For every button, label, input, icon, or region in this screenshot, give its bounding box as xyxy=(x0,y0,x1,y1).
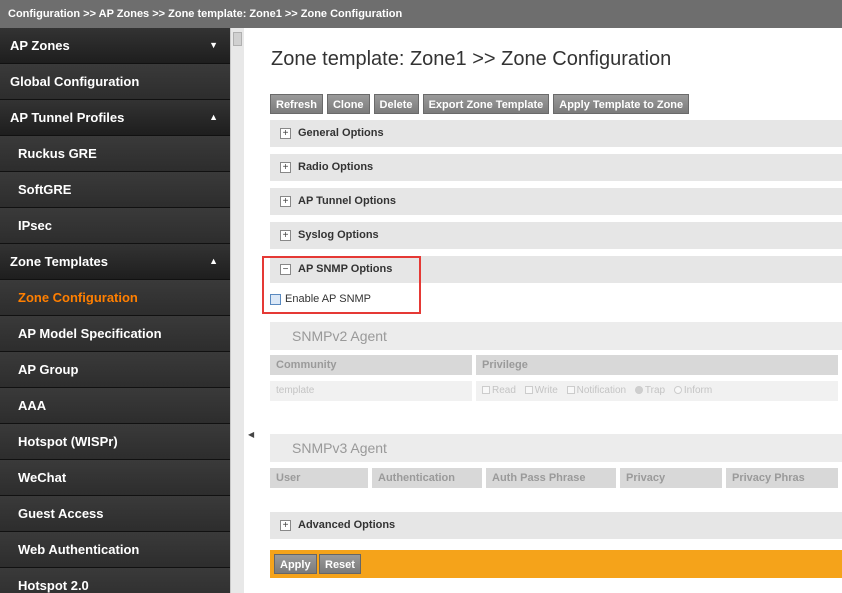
expand-icon: + xyxy=(280,520,291,531)
sidebar-item-label: Global Configuration xyxy=(10,74,140,89)
sidebar-item-global-configuration[interactable]: Global Configuration xyxy=(0,64,230,100)
section-radio-options[interactable]: + Radio Options xyxy=(270,154,842,181)
reset-button[interactable]: Reset xyxy=(319,554,361,574)
section-label: AP Tunnel Options xyxy=(298,195,396,207)
clone-button[interactable]: Clone xyxy=(326,94,370,114)
sidebar-item-label: Ruckus GRE xyxy=(18,146,97,161)
sidebar-item-zone-configuration[interactable]: Zone Configuration xyxy=(0,280,230,316)
sidebar-item-hotspot-2-0[interactable]: Hotspot 2.0 xyxy=(0,568,230,593)
sidebar-item-ap-group[interactable]: AP Group xyxy=(0,352,230,388)
sidebar-item-label: AP Group xyxy=(18,362,79,377)
section-label: Radio Options xyxy=(298,161,374,173)
sidebar-item-guest-access[interactable]: Guest Access xyxy=(0,496,230,532)
section-ap-tunnel-options[interactable]: + AP Tunnel Options xyxy=(270,188,842,215)
privilege-cell: Read Write Notification Trap Inform xyxy=(476,381,838,401)
trap-radio[interactable] xyxy=(634,386,643,394)
chevron-up-icon[interactable]: ▲ xyxy=(209,244,218,279)
sidebar-item-label: Zone Configuration xyxy=(18,290,138,305)
snmpv2-table-header: Community Privilege xyxy=(270,355,838,375)
sidebar-item-hotspot-wispr[interactable]: Hotspot (WISPr) xyxy=(0,424,230,460)
export-zone-template-button[interactable]: Export Zone Template xyxy=(422,94,550,114)
sidebar-item-wechat[interactable]: WeChat xyxy=(0,460,230,496)
write-option[interactable]: Write xyxy=(524,381,558,401)
section-label: Syslog Options xyxy=(298,229,379,241)
expand-icon: + xyxy=(280,196,291,207)
notification-option[interactable]: Notification xyxy=(566,381,626,401)
column-header-community: Community xyxy=(270,355,472,375)
sidebar-item-aaa[interactable]: AAA xyxy=(0,388,230,424)
sidebar-scroll-thumb[interactable] xyxy=(233,32,242,46)
section-label: Advanced Options xyxy=(298,519,396,531)
sidebar-item-label: AP Tunnel Profiles xyxy=(10,110,125,125)
community-field[interactable]: template xyxy=(270,381,472,401)
snmpv3-agent-title: SNMPv3 Agent xyxy=(270,434,842,462)
main-content: Zone template: Zone1 >> Zone Configurati… xyxy=(262,28,842,593)
read-option[interactable]: Read xyxy=(482,381,516,401)
enable-ap-snmp-checkbox[interactable] xyxy=(270,293,281,305)
apply-template-to-zone-button[interactable]: Apply Template to Zone xyxy=(553,94,690,114)
sidebar-item-label: Hotspot (WISPr) xyxy=(18,434,118,449)
sidebar-item-ap-zones[interactable]: AP Zones ▼ xyxy=(0,28,230,64)
section-general-options[interactable]: + General Options xyxy=(270,120,842,147)
sidebar-item-ipsec[interactable]: IPsec xyxy=(0,208,230,244)
expand-icon: + xyxy=(280,230,291,241)
chevron-down-icon[interactable]: ▼ xyxy=(209,28,218,63)
expand-icon: + xyxy=(280,128,291,139)
column-header-user: User xyxy=(270,468,368,488)
refresh-button[interactable]: Refresh xyxy=(270,94,323,114)
column-header-privilege: Privilege xyxy=(476,355,838,375)
sidebar-item-zone-templates[interactable]: Zone Templates ▲ xyxy=(0,244,230,280)
section-advanced-options[interactable]: + Advanced Options xyxy=(270,512,842,539)
snmpv3-table-header: User Authentication Auth Pass Phrase Pri… xyxy=(270,468,838,488)
breadcrumb: Configuration >> AP Zones >> Zone templa… xyxy=(0,0,842,28)
toolbar: Refresh Clone Delete Export Zone Templat… xyxy=(270,94,690,114)
sidebar-item-ap-model-specification[interactable]: AP Model Specification xyxy=(0,316,230,352)
section-label: General Options xyxy=(298,127,384,139)
snmp-highlight-box xyxy=(262,256,421,314)
delete-button[interactable]: Delete xyxy=(373,94,419,114)
sidebar-nav: AP Zones ▼ Global Configuration AP Tunnel P… xyxy=(0,28,230,593)
column-header-auth-pass-phrase: Auth Pass Phrase xyxy=(486,468,616,488)
trap-option[interactable]: Trap xyxy=(634,381,665,401)
collapse-sidebar-icon[interactable]: ◀ xyxy=(248,430,254,439)
section-syslog-options[interactable]: + Syslog Options xyxy=(270,222,842,249)
app-root: Configuration >> AP Zones >> Zone templa… xyxy=(0,0,842,593)
sidebar-item-label: Web Authentication xyxy=(18,542,140,557)
snmpv2-agent-title: SNMPv2 Agent xyxy=(270,322,842,350)
sidebar-item-label: AAA xyxy=(18,398,47,413)
apply-button[interactable]: Apply xyxy=(274,554,317,574)
sidebar-item-softgre[interactable]: SoftGRE xyxy=(0,172,230,208)
sidebar-item-label: AP Model Specification xyxy=(18,326,162,341)
sidebar-item-label: Zone Templates xyxy=(10,254,109,269)
sidebar-scrollbar[interactable] xyxy=(230,28,244,593)
sidebar-item-label: Guest Access xyxy=(18,506,104,521)
read-checkbox[interactable] xyxy=(482,386,490,394)
sidebar-item-label: SoftGRE xyxy=(18,182,72,197)
expand-icon: + xyxy=(280,162,291,173)
snmpv2-table-row: template Read Write Notification Trap In… xyxy=(270,381,838,401)
enable-ap-snmp-label: Enable AP SNMP xyxy=(285,293,372,305)
chevron-up-icon[interactable]: ▲ xyxy=(209,100,218,135)
sidebar-item-ap-tunnel-profiles[interactable]: AP Tunnel Profiles ▲ xyxy=(0,100,230,136)
sidebar-item-label: IPsec xyxy=(18,218,52,233)
sidebar-item-web-authentication[interactable]: Web Authentication xyxy=(0,532,230,568)
column-header-privacy: Privacy xyxy=(620,468,722,488)
column-header-authentication: Authentication xyxy=(372,468,482,488)
column-header-privacy-phrase: Privacy Phras xyxy=(726,468,838,488)
inform-radio[interactable] xyxy=(673,386,682,394)
sidebar-item-ruckus-gre[interactable]: Ruckus GRE xyxy=(0,136,230,172)
sidebar-item-label: AP Zones xyxy=(10,38,70,53)
write-checkbox[interactable] xyxy=(524,386,533,394)
sidebar-item-label: Hotspot 2.0 xyxy=(18,578,89,593)
enable-ap-snmp-row: Enable AP SNMP xyxy=(270,293,371,305)
apply-bar: Apply Reset xyxy=(270,550,842,578)
page-title: Zone template: Zone1 >> Zone Configurati… xyxy=(271,48,672,70)
sidebar-item-label: WeChat xyxy=(18,470,67,485)
notification-checkbox[interactable] xyxy=(566,386,575,394)
inform-option[interactable]: Inform xyxy=(673,381,712,401)
